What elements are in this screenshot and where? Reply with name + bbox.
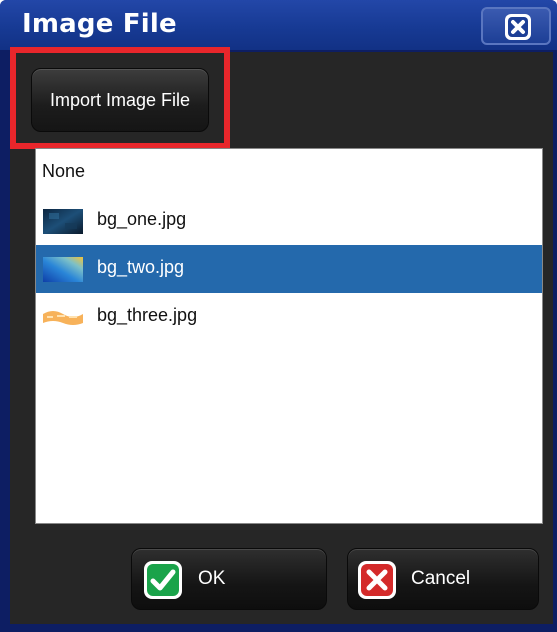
list-item-label: bg_one.jpg [97, 209, 187, 229]
list-item-bg-two[interactable]: bg_two.jpg [36, 245, 542, 293]
list-item-none[interactable]: None [36, 149, 542, 197]
ok-label: OK [198, 568, 226, 589]
blue-yellow-gradient-thumbnail [43, 257, 83, 282]
dark-blue-image-thumbnail [43, 209, 83, 234]
highlight-box [10, 47, 230, 149]
green-check-icon [144, 561, 182, 599]
close-button[interactable] [481, 7, 551, 45]
cancel-button[interactable]: Cancel [347, 548, 539, 610]
list-item-bg-three[interactable]: bg_three.jpg [36, 293, 542, 341]
red-x-icon [358, 561, 396, 599]
dialog-title: Image File [22, 9, 177, 39]
cancel-label: Cancel [411, 568, 471, 589]
list-item-bg-one[interactable]: bg_one.jpg [36, 197, 542, 245]
title-bar: Image File [0, 0, 557, 50]
image-file-list[interactable]: None bg_one.jpg bg_two.jpg bg_three.jpg [35, 148, 543, 524]
list-item-label: None [42, 161, 86, 181]
list-item-label: bg_two.jpg [97, 257, 185, 277]
ok-button[interactable]: OK [131, 548, 327, 610]
orange-pattern-thumbnail [43, 305, 83, 330]
image-file-dialog: Image File Import Image File None bg_one… [0, 0, 557, 632]
list-item-label: bg_three.jpg [97, 305, 198, 325]
close-x-icon [505, 14, 531, 40]
list-scroll-gutter [543, 148, 553, 524]
